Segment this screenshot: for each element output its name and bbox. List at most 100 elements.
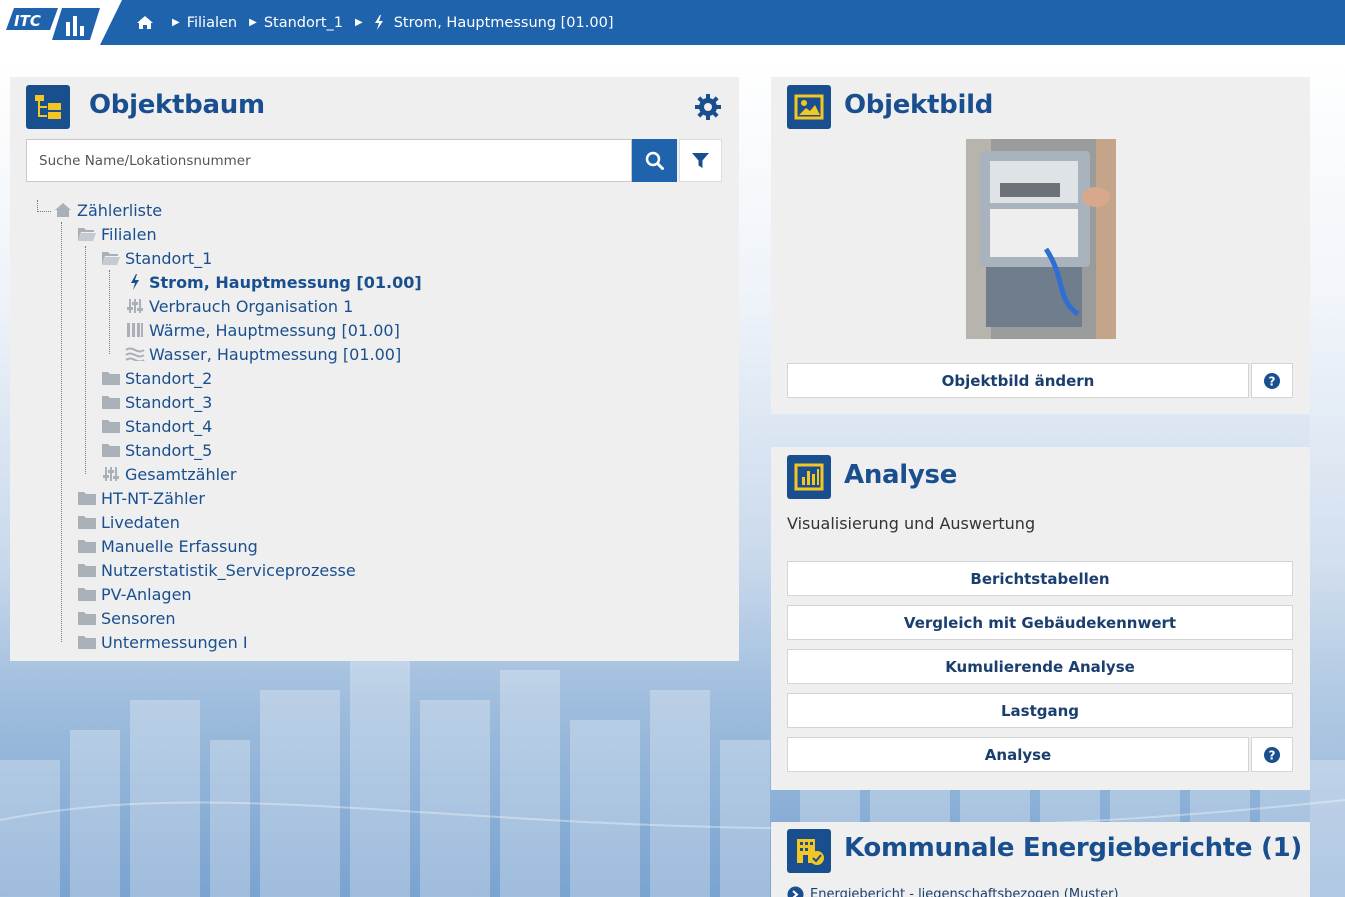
arrow-circle-icon [787,886,804,897]
folder-icon [101,393,121,411]
question-circle-icon: ? [1264,746,1280,763]
energieberichte-title: Kommunale Energieberichte (1) [844,833,1302,863]
tree-node-label: Standort_4 [125,416,213,436]
breadcrumb-standort[interactable]: Standort_1 [264,15,343,31]
question-circle-icon: ? [1264,372,1280,389]
tree-node-label: Livedaten [101,512,180,532]
folder-icon [77,537,97,555]
objektbild-aendern-button[interactable]: Objektbild ändern [787,363,1249,398]
tree-node-strom-hauptmessung[interactable]: Strom, Hauptmessung [01.00] [125,270,422,294]
tree-node-label: Gesamtzähler [125,464,237,484]
svg-text:?: ? [1269,374,1276,388]
search-button[interactable] [632,139,677,182]
tree-node-waerme-hauptmessung[interactable]: Wärme, Hauptmessung [01.00] [125,318,400,342]
energiebericht-link-label: Energiebericht - liegenschaftsbezogen (M… [810,887,1119,897]
radiator-icon [125,321,145,339]
tree-node-label: Wasser, Hauptmessung [01.00] [149,344,402,364]
tree-node-label: Filialen [101,224,157,244]
tree-node-standort-5[interactable]: Standort_5 [101,438,212,462]
tree-node-verbrauch-organisation[interactable]: Verbrauch Organisation 1 [125,294,353,318]
top-navigation-bar: ITC ▶ Filialen ▶ Standort_1 ▶ Strom, Hau… [0,0,1345,45]
tree-node-label: Strom, Hauptmessung [01.00] [149,272,422,292]
tree-node-standort-3[interactable]: Standort_3 [101,390,212,414]
caret-right-icon: ▶ [354,17,363,28]
sliders-icon [125,297,145,315]
folder-icon [77,585,97,603]
tree-node-standort-4[interactable]: Standort_4 [101,414,212,438]
water-waves-icon [125,345,145,363]
tree-node-gesamtzaehler[interactable]: Gesamtzähler [101,462,236,486]
bar-chart-icon [787,455,831,499]
gear-icon[interactable] [694,93,724,123]
tree-node-manuelle-erfassung[interactable]: Manuelle Erfassung [77,534,258,558]
tree-node-standort-2[interactable]: Standort_2 [101,366,212,390]
breadcrumb: ▶ Filialen ▶ Standort_1 ▶ Strom, Hauptme… [136,0,613,45]
tree-node-untermessungen[interactable]: Untermessungen I [77,630,248,654]
tree-node-label: Wärme, Hauptmessung [01.00] [149,320,400,340]
filter-button[interactable] [679,139,722,182]
folder-icon [77,489,97,507]
tree-node-label: Standort_3 [125,392,213,412]
tree-node-label: Verbrauch Organisation 1 [149,296,354,316]
tree-connector [85,246,86,474]
folder-icon [101,369,121,387]
tree-connector [37,211,51,212]
objektbaum-title: Objektbaum [89,90,265,120]
folder-icon [77,633,97,651]
objektbild-title: Objektbild [844,90,994,120]
analyse-title: Analyse [844,460,958,490]
tree-node-label: Untermessungen I [101,632,248,652]
logo-text: ITC [14,12,41,30]
lightning-icon [125,273,145,291]
berichtstabellen-button[interactable]: Berichtstabellen [787,561,1293,596]
tree-node-pv-anlagen[interactable]: PV-Anlagen [77,582,192,606]
tree-node-nutzerstatistik[interactable]: Nutzerstatistik_Serviceprozesse [77,558,356,582]
home-icon [53,201,73,219]
analyse-help-button[interactable]: ? [1251,737,1293,772]
tree-node-ht-nt-zaehler[interactable]: HT-NT-Zähler [77,486,205,510]
tree-node-livedaten[interactable]: Livedaten [77,510,180,534]
vergleich-gebaeudekennwert-button[interactable]: Vergleich mit Gebäudekennwert [787,605,1293,640]
building-check-icon [787,829,831,873]
logo[interactable]: ITC [0,0,122,45]
tree-node-label: Sensoren [101,608,176,628]
energiebericht-link[interactable]: Energiebericht - liegenschaftsbezogen (M… [787,886,1119,897]
tree-node-label: Nutzerstatistik_Serviceprozesse [101,560,356,580]
image-icon [787,85,831,129]
tree-structure-icon [26,85,70,129]
tree-node-label: PV-Anlagen [101,584,192,604]
folder-open-icon [101,249,121,267]
folder-icon [101,417,121,435]
meter-photo [966,139,1116,339]
kumulierende-analyse-button[interactable]: Kumulierende Analyse [787,649,1293,684]
caret-right-icon: ▶ [172,17,180,28]
tree-node-label: Standort_1 [125,248,213,268]
tree-node-wasser-hauptmessung[interactable]: Wasser, Hauptmessung [01.00] [125,342,401,366]
search-icon [645,151,664,170]
objektbild-help-button[interactable]: ? [1251,363,1293,398]
lightning-icon [374,15,384,30]
caret-right-icon: ▶ [249,17,257,28]
folder-icon [77,513,97,531]
tree-node-standort-1[interactable]: Standort_1 [101,246,212,270]
tree-node-sensoren[interactable]: Sensoren [77,606,175,630]
sliders-icon [101,465,121,483]
tree-node-label: Manuelle Erfassung [101,536,258,556]
tree-node-filialen[interactable]: Filialen [77,222,157,246]
breadcrumb-filialen[interactable]: Filialen [187,15,237,31]
home-icon[interactable] [136,15,154,30]
tree-node-label: Standort_5 [125,440,213,460]
folder-open-icon [77,225,97,243]
analyse-button[interactable]: Analyse [787,737,1249,772]
folder-icon [101,441,121,459]
tree-node-zaehlerliste[interactable]: Zählerliste [53,198,162,222]
folder-icon [77,609,97,627]
folder-icon [77,561,97,579]
breadcrumb-current[interactable]: Strom, Hauptmessung [01.00] [394,15,614,31]
svg-text:?: ? [1269,748,1276,762]
tree-connector [61,222,62,642]
analyse-subtitle: Visualisierung und Auswertung [787,514,1036,533]
lastgang-button[interactable]: Lastgang [787,693,1293,728]
tree-node-label: Zählerliste [77,200,163,220]
search-input[interactable] [26,139,632,182]
